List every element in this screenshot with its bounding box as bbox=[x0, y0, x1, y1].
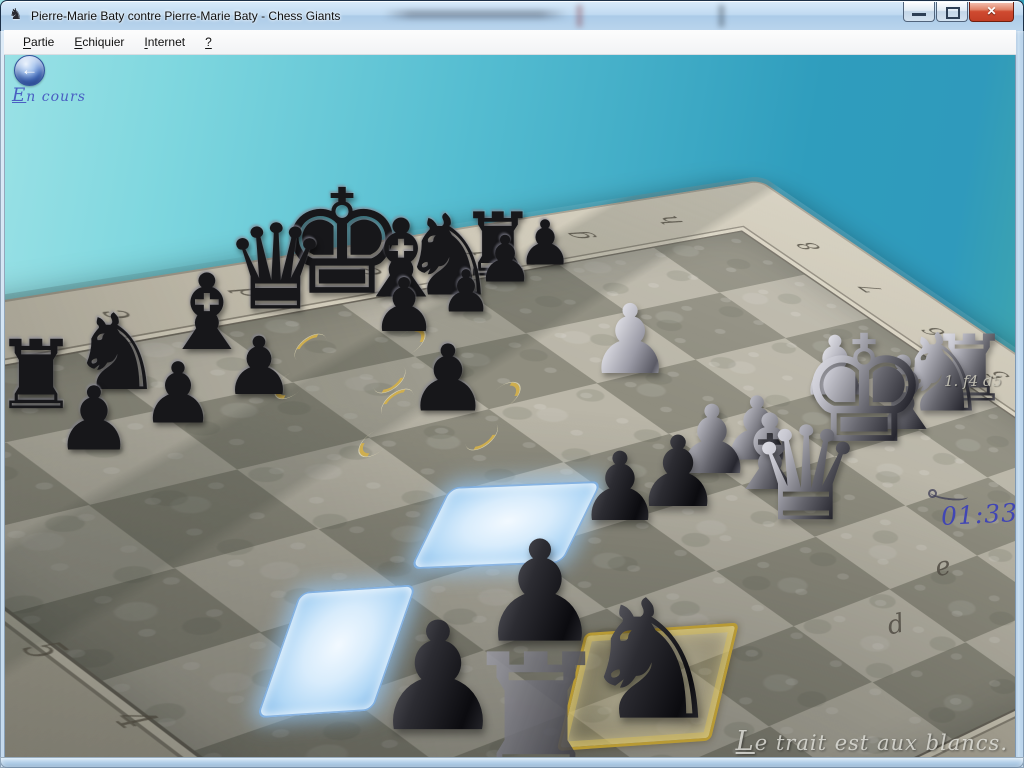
minimize-button[interactable] bbox=[903, 2, 935, 22]
game-viewport: 8877665544332211hgfedcba ♟♜♟♚♝♞♟♛♟♝♟♞♟♟♜… bbox=[0, 0, 1024, 768]
window-border-left[interactable] bbox=[0, 30, 5, 768]
maximize-button[interactable] bbox=[936, 2, 968, 22]
turn-message: Le trait est aux blancs. bbox=[736, 726, 1008, 757]
game-status-label: En cours bbox=[12, 85, 86, 106]
glass-reflection bbox=[577, 5, 582, 27]
white-queen[interactable]: ♛ bbox=[748, 409, 865, 539]
titlebar[interactable]: ♞ Pierre-Marie Baty contre Pierre-Marie … bbox=[0, 0, 1024, 31]
menu-item-internet[interactable]: Internet bbox=[135, 32, 194, 52]
app-icon: ♞ bbox=[9, 7, 22, 23]
move-list: 1. f4 d5 bbox=[944, 372, 1002, 390]
menubar: PartieEchiquierInternet? bbox=[4, 30, 1016, 55]
minimize-icon bbox=[912, 13, 926, 16]
menu-item-partie[interactable]: Partie bbox=[14, 32, 63, 52]
white-pawn[interactable]: ♟ bbox=[587, 292, 673, 388]
window-title: Pierre-Marie Baty contre Pierre-Marie Ba… bbox=[31, 9, 340, 23]
menu-item-help[interactable]: ? bbox=[196, 32, 221, 52]
back-button[interactable]: ← bbox=[14, 55, 45, 86]
black-pawn[interactable]: ♟ bbox=[55, 376, 134, 464]
glass-reflection bbox=[719, 5, 724, 27]
close-button[interactable]: ✕ bbox=[969, 2, 1014, 22]
maximize-icon bbox=[946, 7, 960, 19]
menu-item-echiquier[interactable]: Echiquier bbox=[65, 32, 133, 52]
game-timer: 01:33 bbox=[940, 498, 1018, 531]
window-border-bottom[interactable] bbox=[0, 757, 1024, 768]
black-pawn[interactable]: ♟ bbox=[440, 262, 492, 320]
glass-reflection bbox=[383, 10, 568, 19]
black-pawn[interactable]: ♟ bbox=[223, 327, 295, 407]
dragged-rook-ghost[interactable]: ♜ bbox=[458, 632, 615, 768]
black-pawn[interactable]: ♟ bbox=[140, 351, 215, 435]
chess-giants-window: { "window": { "title": "Pierre-Marie Bat… bbox=[0, 0, 1024, 768]
window-border-right[interactable] bbox=[1015, 30, 1024, 768]
black-pawn[interactable]: ♟ bbox=[407, 334, 489, 426]
